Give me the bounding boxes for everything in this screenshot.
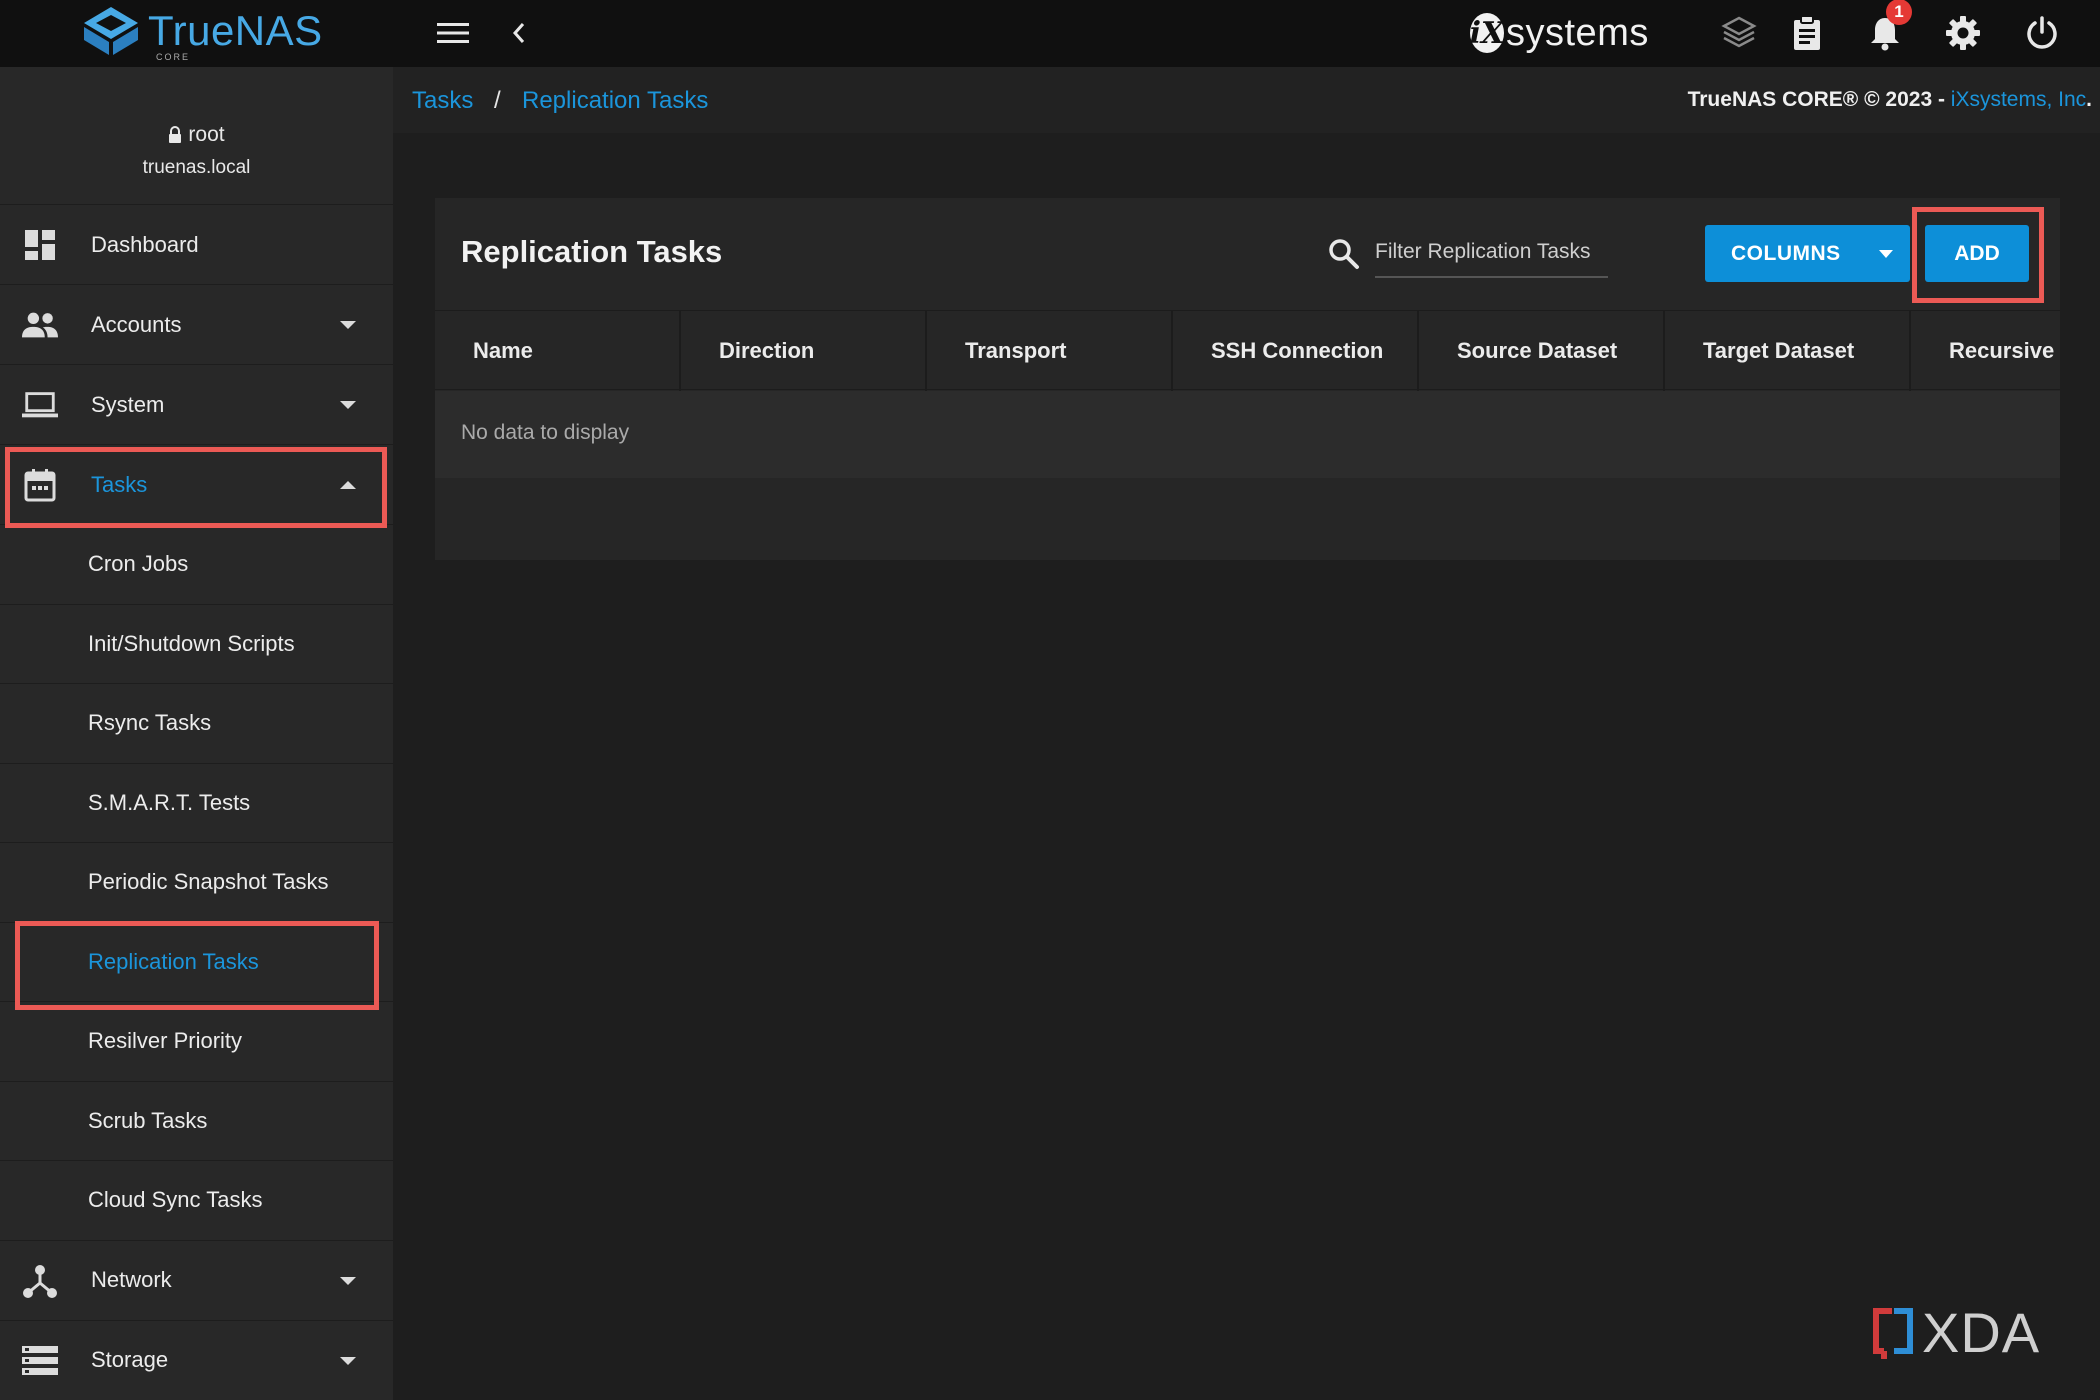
chevron-down-icon — [340, 1276, 356, 1285]
power-icon — [2027, 16, 2057, 49]
task-manager-button[interactable] — [1784, 10, 1830, 56]
sidebar-subitem-cloud-sync-tasks[interactable]: Cloud Sync Tasks — [0, 1161, 393, 1241]
sidebar-item-network[interactable]: Network — [0, 1241, 393, 1321]
gear-icon — [1946, 16, 1980, 50]
chevron-down-icon — [340, 1356, 356, 1365]
xda-wordmark: XDA — [1922, 1301, 2041, 1364]
sidebar-subitem-label: Cloud Sync Tasks — [88, 1187, 263, 1213]
dashboard-icon — [22, 227, 58, 263]
truenas-logo-icon — [84, 7, 138, 55]
page-title: Replication Tasks — [461, 234, 723, 269]
sidebar-item-label: Network — [91, 1267, 172, 1292]
sidebar-item-storage[interactable]: Storage — [0, 1321, 393, 1400]
columns-button[interactable]: COLUMNS — [1705, 225, 1910, 282]
lock-icon — [169, 126, 182, 143]
column-header-recursive[interactable]: Recursive — [1911, 311, 2060, 391]
sidebar-item-label: Dashboard — [91, 231, 199, 257]
sidebar-item-label: Accounts — [91, 311, 182, 337]
storage-icon — [22, 1343, 58, 1379]
settings-button[interactable] — [1940, 10, 1986, 56]
breadcrumb-current[interactable]: Replication Tasks — [522, 87, 708, 115]
filter-input[interactable] — [1375, 228, 1608, 278]
menu-toggle-button[interactable] — [430, 10, 476, 56]
chevron-down-icon — [340, 401, 356, 409]
sidebar-subitem-label: Rsync Tasks — [88, 710, 212, 736]
sidebar-subitem-resilver-priority[interactable]: Resilver Priority — [0, 1002, 393, 1082]
sidebar-subitem-cron-jobs[interactable]: Cron Jobs — [0, 525, 393, 605]
sidebar-subitem-label: Cron Jobs — [88, 551, 189, 577]
sidebar-subitem-label: S.M.A.R.T. Tests — [88, 789, 251, 815]
back-chevron-icon — [512, 23, 525, 43]
copyright-end: . — [2086, 88, 2092, 111]
user-info: root truenas.local — [0, 67, 393, 205]
add-button[interactable]: ADD — [1925, 225, 2029, 282]
sidebar-subitem-rsync-tasks[interactable]: Rsync Tasks — [0, 684, 393, 764]
sidebar-item-accounts[interactable]: Accounts — [0, 285, 393, 365]
sidebar-item-dashboard[interactable]: Dashboard — [0, 205, 393, 285]
notification-badge: 1 — [1886, 0, 1912, 25]
top-bar: TrueNAS CORE iX systems 1 — [0, 0, 2100, 67]
table-row: No data to display — [435, 391, 2060, 478]
sidebar-subitem-init-shutdown-scripts[interactable]: Init/Shutdown Scripts — [0, 605, 393, 684]
apps-button[interactable] — [1716, 10, 1762, 56]
ixsystems-wordmark: systems — [1506, 11, 1649, 54]
sidebar-subitem-label: Init/Shutdown Scripts — [88, 630, 295, 656]
xda-watermark: XDA — [1870, 1300, 2040, 1365]
sidebar-item-label: System — [91, 391, 165, 417]
copyright-label: TrueNAS CORE® © 2023 - — [1687, 88, 1951, 111]
breadcrumb-separator: / — [494, 87, 501, 114]
column-header-target-dataset[interactable]: Target Dataset — [1665, 311, 1911, 391]
logo-wordmark: TrueNAS — [148, 7, 323, 54]
sidebar: root truenas.local Dashboard Accounts Sy… — [0, 67, 393, 1400]
sidebar-subitem-label: Periodic Snapshot Tasks — [88, 869, 329, 895]
apps-cube-icon — [1721, 16, 1757, 48]
column-header-source-dataset[interactable]: Source Dataset — [1419, 311, 1665, 391]
sidebar-subitem-smart-tests[interactable]: S.M.A.R.T. Tests — [0, 764, 393, 843]
collapse-sidebar-button[interactable] — [496, 10, 542, 56]
truenas-logo[interactable]: TrueNAS CORE — [80, 2, 323, 62]
ixsystems-link[interactable]: iXsystems, Inc — [1951, 88, 2086, 111]
caret-down-icon — [1879, 250, 1893, 258]
sidebar-subitem-periodic-snapshot-tasks[interactable]: Periodic Snapshot Tasks — [0, 843, 393, 923]
sidebar-subitem-label: Resilver Priority — [88, 1028, 243, 1054]
replication-tasks-card: Replication Tasks COLUMNS ADD Name Direc… — [435, 198, 2060, 560]
user-line: root — [0, 123, 393, 147]
hostname: truenas.local — [142, 157, 251, 178]
network-icon — [22, 1263, 58, 1299]
sidebar-subitem-replication-tasks[interactable]: Replication Tasks — [0, 923, 393, 1002]
chevron-up-icon — [340, 481, 356, 489]
xda-logo-icon — [1873, 1307, 1913, 1359]
chevron-down-icon — [340, 321, 356, 329]
accounts-icon — [22, 307, 58, 343]
sidebar-subitem-scrub-tasks[interactable]: Scrub Tasks — [0, 1082, 393, 1161]
sidebar-item-label: Tasks — [91, 471, 148, 497]
sidebar-item-label: Storage — [91, 1347, 169, 1372]
username: root — [188, 123, 225, 146]
copyright-text: TrueNAS CORE® © 2023 - iXsystems, Inc. — [1688, 88, 2092, 112]
column-header-direction[interactable]: Direction — [681, 311, 927, 391]
menu-icon — [437, 23, 469, 43]
column-header-name[interactable]: Name — [435, 311, 681, 391]
sidebar-item-tasks[interactable]: Tasks — [0, 445, 393, 525]
columns-button-label: COLUMNS — [1731, 241, 1841, 265]
clipboard-icon — [1794, 15, 1820, 50]
notifications-button[interactable]: 1 — [1862, 0, 1912, 56]
calendar-icon — [22, 467, 58, 503]
laptop-icon — [22, 387, 58, 423]
ixsystems-logo[interactable]: iX systems — [1470, 8, 1649, 58]
breadcrumb: Tasks / Replication Tasks TrueNAS CORE® … — [393, 67, 2100, 133]
logo-subtitle: CORE — [156, 52, 191, 62]
column-header-ssh-connection[interactable]: SSH Connection — [1173, 311, 1419, 391]
sidebar-item-system[interactable]: System — [0, 365, 393, 445]
breadcrumb-tasks-link[interactable]: Tasks — [412, 87, 473, 115]
sidebar-subitem-label: Replication Tasks — [88, 948, 259, 974]
column-header-transport[interactable]: Transport — [927, 311, 1173, 391]
sidebar-subitem-label: Scrub Tasks — [88, 1107, 208, 1133]
empty-message: No data to display — [461, 421, 630, 444]
power-button[interactable] — [2019, 10, 2065, 56]
table-header: Name Direction Transport SSH Connection … — [435, 310, 2060, 391]
ix-logo-mark: iX — [1470, 13, 1504, 53]
search-icon — [1329, 239, 1359, 269]
